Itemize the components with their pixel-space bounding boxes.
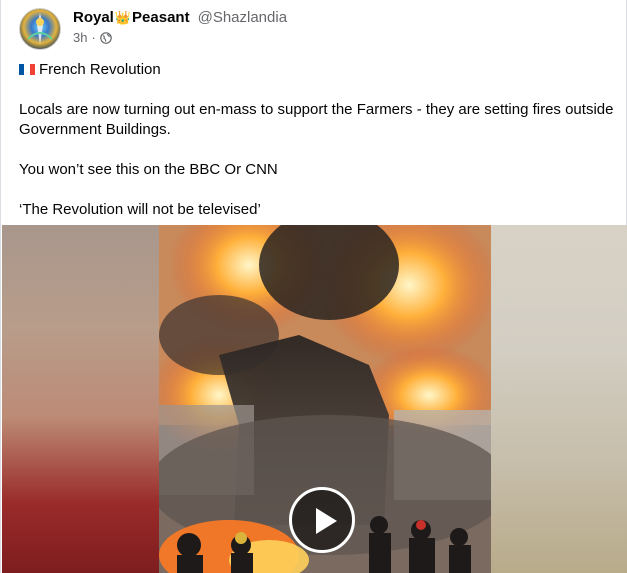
author-last[interactable]: Peasant <box>132 9 190 26</box>
author-first[interactable]: Royal <box>73 9 114 26</box>
post-meta: Royal👑Peasant @Shazlandia 3h · <box>73 8 287 45</box>
video-blur-left <box>2 225 159 573</box>
post-time[interactable]: 3h <box>73 30 87 45</box>
play-icon <box>316 508 337 534</box>
author-row: Royal👑Peasant @Shazlandia <box>73 8 287 28</box>
play-button[interactable] <box>289 487 355 553</box>
crown-icon: 👑 <box>114 10 132 25</box>
avatar[interactable] <box>19 8 61 50</box>
france-flag-icon <box>19 64 35 75</box>
globe-icon <box>100 31 112 44</box>
post-line-1-text: French Revolution <box>39 61 161 78</box>
post-card: Royal👑Peasant @Shazlandia 3h · French Re… <box>0 0 627 573</box>
post-line-3: You won’t see this on the BBC Or CNN <box>19 161 278 178</box>
author-name[interactable]: Royal👑Peasant <box>73 8 190 28</box>
post-line-1: French Revolution <box>19 60 619 80</box>
post-subline: 3h · <box>73 30 287 45</box>
video-blur-right <box>491 225 627 573</box>
post-header: Royal👑Peasant @Shazlandia 3h · <box>19 8 287 50</box>
author-handle[interactable]: @Shazlandia <box>198 8 287 28</box>
video-player[interactable] <box>2 225 627 573</box>
post-line-4: ‘The Revolution will not be televised’ <box>19 201 261 218</box>
separator-dot: · <box>91 30 96 45</box>
post-line-2: Locals are now turning out en-mass to su… <box>19 101 614 138</box>
post-text: French Revolution Locals are now turning… <box>19 60 619 220</box>
